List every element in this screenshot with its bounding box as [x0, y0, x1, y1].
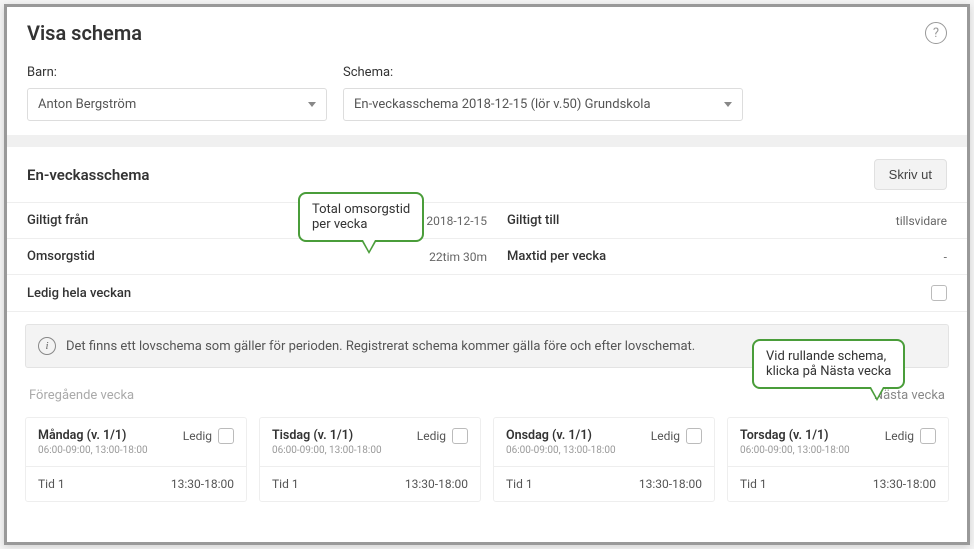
day-card-wednesday: Onsdag (v. 1/1) 06:00-09:00, 13:00-18:00…	[493, 417, 715, 502]
schema-value: En-veckasschema 2018-12-15 (lör v.50) Gr…	[354, 97, 651, 112]
day-subtitle: 06:00-09:00, 13:00-18:00	[272, 445, 382, 456]
callout-line: Vid rullande schema,	[766, 349, 891, 364]
chevron-down-icon	[724, 102, 732, 107]
window: Visa schema ? Barn: Anton Bergström Sche…	[4, 4, 970, 545]
schedule-heading-bar: En-veckasschema Skriv ut	[7, 147, 967, 203]
info-icon: i	[38, 337, 56, 355]
time-label: Tid 1	[506, 477, 533, 491]
print-button[interactable]: Skriv ut	[874, 159, 947, 190]
day-ledig-label: Ledig	[651, 429, 680, 443]
schema-select[interactable]: En-veckasschema 2018-12-15 (lör v.50) Gr…	[343, 88, 743, 121]
max-value: -	[944, 250, 947, 264]
day-ledig-checkbox[interactable]	[920, 428, 936, 444]
callout-line: klicka på Nästa vecka	[766, 364, 891, 379]
valid-from-label: Giltigt från	[27, 213, 88, 228]
time-value: 13:30-18:00	[639, 477, 702, 491]
day-title: Måndag (v. 1/1)	[38, 428, 148, 443]
callout-tail-icon	[869, 387, 885, 401]
callout-next-week: Vid rullande schema, klicka på Nästa vec…	[752, 339, 905, 389]
day-cards: Måndag (v. 1/1) 06:00-09:00, 13:00-18:00…	[7, 417, 967, 502]
valid-to-label: Giltigt till	[507, 213, 559, 228]
day-ledig-label: Ledig	[183, 429, 212, 443]
care-label: Omsorgstid	[27, 249, 95, 264]
validity-row: Giltigt från 2018-12-15 Giltigt till til…	[7, 203, 967, 239]
barn-label: Barn:	[27, 65, 327, 80]
time-label: Tid 1	[272, 477, 299, 491]
day-ledig-checkbox[interactable]	[452, 428, 468, 444]
day-ledig-checkbox[interactable]	[218, 428, 234, 444]
time-value: 13:30-18:00	[171, 477, 234, 491]
day-card-thursday: Torsdag (v. 1/1) 06:00-09:00, 13:00-18:0…	[727, 417, 949, 502]
schedule-title: En-veckasschema	[27, 166, 149, 184]
callout-total-care: Total omsorgstid per vecka	[298, 192, 424, 242]
callout-line: per vecka	[312, 217, 410, 232]
day-ledig-label: Ledig	[885, 429, 914, 443]
valid-to-value: tillsvidare	[896, 214, 947, 228]
filter-schema: Schema: En-veckasschema 2018-12-15 (lör …	[343, 65, 743, 121]
barn-value: Anton Bergström	[38, 97, 136, 112]
page-header: Visa schema ?	[7, 7, 967, 55]
day-title: Onsdag (v. 1/1)	[506, 428, 616, 443]
time-label: Tid 1	[38, 477, 65, 491]
help-icon[interactable]: ?	[925, 22, 947, 44]
max-label: Maxtid per vecka	[507, 249, 606, 264]
day-card-tuesday: Tisdag (v. 1/1) 06:00-09:00, 13:00-18:00…	[259, 417, 481, 502]
day-ledig-label: Ledig	[417, 429, 446, 443]
day-subtitle: 06:00-09:00, 13:00-18:00	[38, 445, 148, 456]
day-subtitle: 06:00-09:00, 13:00-18:00	[740, 445, 850, 456]
filter-barn: Barn: Anton Bergström	[27, 65, 327, 121]
time-value: 13:30-18:00	[873, 477, 936, 491]
callout-tail-icon	[361, 240, 377, 254]
ledig-week-label: Ledig hela veckan	[27, 286, 131, 301]
care-value: 22tim 30m	[429, 250, 487, 264]
chevron-down-icon	[308, 102, 316, 107]
ledig-week-checkbox[interactable]	[931, 285, 947, 301]
valid-from-value: 2018-12-15	[426, 214, 487, 228]
day-subtitle: 06:00-09:00, 13:00-18:00	[506, 445, 616, 456]
day-title: Tisdag (v. 1/1)	[272, 428, 382, 443]
callout-line: Total omsorgstid	[312, 202, 410, 217]
day-card-monday: Måndag (v. 1/1) 06:00-09:00, 13:00-18:00…	[25, 417, 247, 502]
schema-label: Schema:	[343, 65, 743, 80]
time-label: Tid 1	[740, 477, 767, 491]
filter-bar: Barn: Anton Bergström Schema: En-veckass…	[7, 55, 967, 147]
day-ledig-checkbox[interactable]	[686, 428, 702, 444]
time-value: 13:30-18:00	[405, 477, 468, 491]
care-row: Omsorgstid 22tim 30m Maxtid per vecka -	[7, 239, 967, 275]
page-title: Visa schema	[27, 21, 142, 45]
barn-select[interactable]: Anton Bergström	[27, 88, 327, 121]
prev-week-link: Föregående vecka	[29, 388, 134, 403]
day-title: Torsdag (v. 1/1)	[740, 428, 850, 443]
notice-text: Det finns ett lovschema som gäller för p…	[66, 339, 695, 354]
ledig-week-row: Ledig hela veckan	[7, 275, 967, 312]
